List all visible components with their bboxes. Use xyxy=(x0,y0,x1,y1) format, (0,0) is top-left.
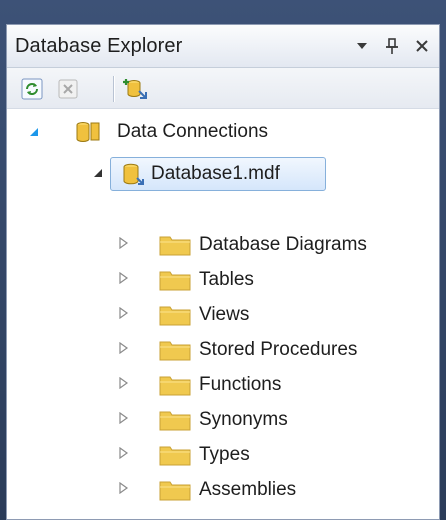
tree-node-label: Tables xyxy=(199,269,254,290)
window-position-dropdown-icon[interactable] xyxy=(351,35,373,57)
collapsed-arrow-icon xyxy=(119,412,129,424)
folder-icon xyxy=(159,376,191,396)
tree-node-folder[interactable]: Functions xyxy=(159,370,281,400)
collapsed-arrow-icon xyxy=(119,447,129,459)
tree-node-label: Assemblies xyxy=(199,479,297,500)
tree-node-label: Synonyms xyxy=(199,409,288,430)
folder-icon xyxy=(159,341,191,361)
tree-node-folder[interactable]: Stored Procedures xyxy=(159,335,357,365)
database-icon xyxy=(123,163,144,185)
connect-to-database-button[interactable] xyxy=(123,76,153,102)
close-icon[interactable] xyxy=(411,35,433,57)
expand-collapse-toggle[interactable] xyxy=(117,481,131,495)
tree-node-folder[interactable]: Tables xyxy=(159,265,254,295)
tree-node-label: Database Diagrams xyxy=(199,234,367,255)
panel-title: Database Explorer xyxy=(15,35,183,57)
titlebar-controls xyxy=(351,33,433,59)
tree-node-label: Database1.mdf xyxy=(151,163,280,184)
collapsed-arrow-icon xyxy=(119,272,129,284)
tree-node-folder[interactable]: Views xyxy=(159,300,249,330)
folder-icon xyxy=(159,271,191,291)
tree-node-label: Stored Procedures xyxy=(199,339,358,360)
folder-icon xyxy=(159,306,191,326)
folder-icon xyxy=(159,446,191,466)
tree-node-folder[interactable]: Synonyms xyxy=(159,405,288,435)
folder-icon xyxy=(159,411,191,431)
expand-collapse-toggle[interactable] xyxy=(117,306,131,320)
explorer-toolbar xyxy=(7,68,439,109)
tree-node-folder[interactable]: Types xyxy=(159,440,250,470)
refresh-icon xyxy=(21,78,43,100)
expanded-arrow-icon xyxy=(94,169,102,177)
connect-to-database-icon xyxy=(123,79,147,99)
collapsed-arrow-icon xyxy=(119,342,129,354)
expanded-arrow-icon xyxy=(30,128,38,136)
tree-node-label: Types xyxy=(199,444,250,465)
expand-collapse-toggle[interactable] xyxy=(117,446,131,460)
collapsed-arrow-icon xyxy=(119,482,129,494)
expand-collapse-toggle[interactable] xyxy=(27,125,41,139)
tree-node-database1[interactable]: Database1.mdf xyxy=(121,159,280,189)
expand-collapse-toggle[interactable] xyxy=(117,341,131,355)
panel-titlebar[interactable]: Database Explorer xyxy=(7,25,439,68)
expand-collapse-toggle[interactable] xyxy=(117,271,131,285)
refresh-button[interactable] xyxy=(19,76,45,102)
stop-button[interactable] xyxy=(55,76,81,102)
toolbar-separator xyxy=(113,76,115,102)
folder-icon xyxy=(159,236,191,256)
collapsed-arrow-icon xyxy=(119,377,129,389)
expand-collapse-toggle[interactable] xyxy=(117,236,131,250)
expand-collapse-toggle[interactable] xyxy=(117,376,131,390)
collapsed-arrow-icon xyxy=(119,237,129,249)
expand-collapse-toggle[interactable] xyxy=(91,166,105,180)
expand-collapse-toggle[interactable] xyxy=(117,411,131,425)
tree-node-folder[interactable]: Database Diagrams xyxy=(159,230,367,260)
collapsed-arrow-icon xyxy=(119,307,129,319)
tree-node-data-connections[interactable]: Data Connections xyxy=(73,117,268,147)
folder-icon xyxy=(159,481,191,501)
tree-node-label: Views xyxy=(199,304,250,325)
tree-node-label: Data Connections xyxy=(117,121,269,142)
explorer-tree: Data Connections Database1.mdf Database … xyxy=(7,109,439,519)
pin-icon[interactable] xyxy=(381,35,403,57)
tree-node-label: Functions xyxy=(199,374,282,395)
data-connections-icon xyxy=(76,122,100,142)
database-explorer-panel: Database Explorer Data Connections Datab… xyxy=(6,24,440,520)
tree-node-folder[interactable]: Assemblies xyxy=(159,475,296,505)
stop-icon xyxy=(58,79,78,99)
